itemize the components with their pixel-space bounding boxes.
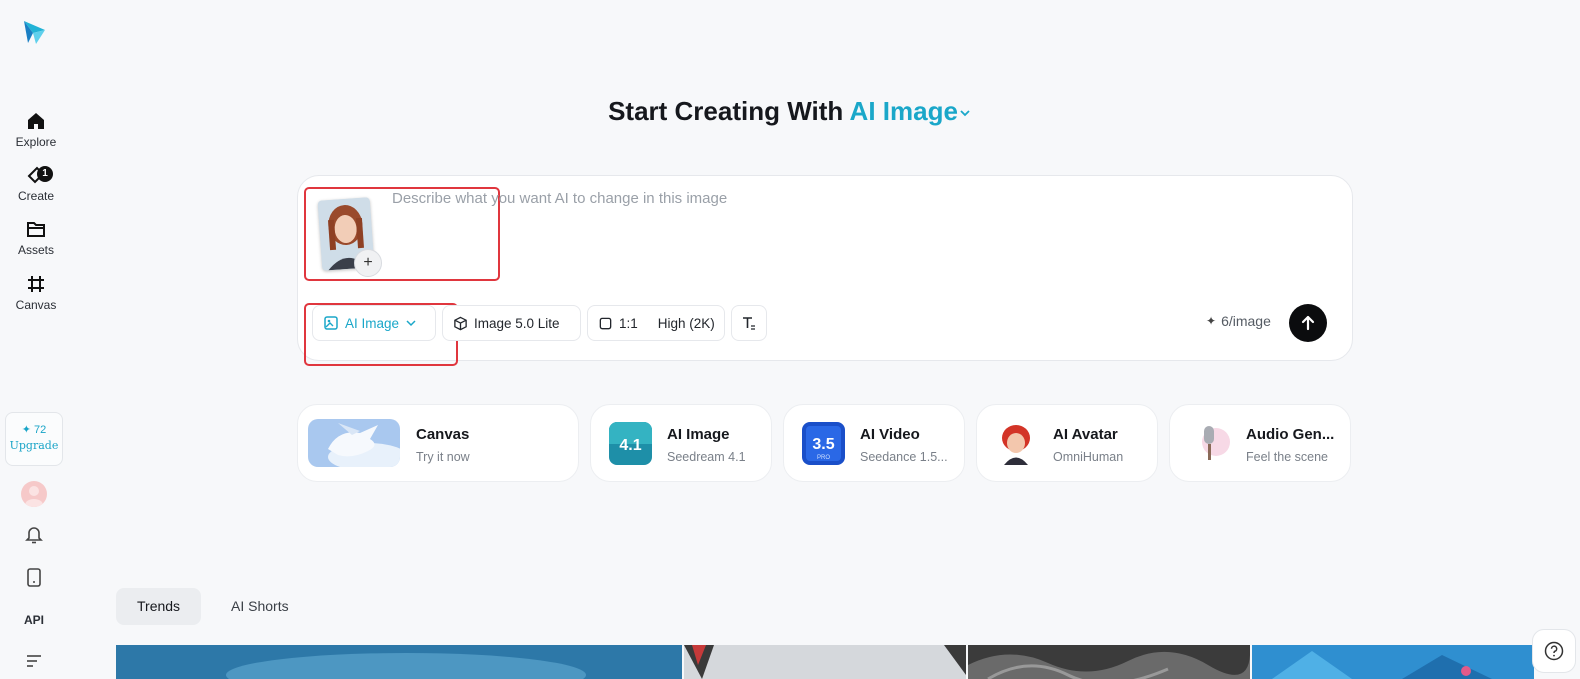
app-logo-icon[interactable] (20, 18, 48, 46)
add-image-button[interactable]: + (354, 249, 382, 277)
sidebar-item-label: Assets (17, 243, 54, 257)
prompt-card: + AI Image Image 5.0 Lite 1:1 High (2K) (297, 175, 1353, 366)
feature-card-ai-image[interactable]: 4.1 AI Image Seedream 4.1 (590, 404, 772, 482)
send-button[interactable] (1289, 304, 1327, 342)
gallery-item[interactable] (684, 645, 966, 679)
cube-icon (454, 316, 467, 330)
model-selector-button[interactable]: Image 5.0 Lite (442, 305, 581, 341)
avatar-icon (25, 486, 43, 507)
sidebar-item-label: Canvas (15, 298, 57, 312)
canvas-icon (28, 276, 44, 292)
mode-selector-label: AI Image (345, 315, 400, 331)
ai-image-feature-icon: 4.1 (609, 422, 652, 465)
credits-count: ✦ 72 (21, 424, 47, 436)
ratio-quality-button[interactable]: 1:1 High (2K) (587, 305, 725, 341)
api-link[interactable]: API (0, 613, 68, 627)
sparkle-icon: ✦ (1206, 314, 1217, 328)
feature-subtitle: Seedream 4.1 (667, 450, 746, 464)
ai-avatar-feature-icon (995, 422, 1038, 465)
arrow-up-icon (1301, 315, 1315, 331)
page-title-prefix: Start Creating With (608, 96, 850, 126)
ai-video-version-badge: 3.5 (812, 436, 834, 453)
feature-title: AI Video (860, 426, 920, 443)
feature-title: AI Avatar (1053, 426, 1118, 443)
user-avatar[interactable] (21, 481, 47, 507)
sidebar-item-label: Create (17, 189, 55, 203)
create-icon-wrap: 1 (25, 164, 53, 186)
sidebar-item-label: Explore (15, 135, 57, 149)
sidebar-item-assets[interactable]: Assets (0, 218, 72, 257)
upgrade-label: Upgrade (9, 439, 59, 452)
text-style-button[interactable] (731, 305, 767, 341)
ai-video-feature-icon: 3.5 PRO (802, 422, 845, 465)
feature-subtitle: Try it now (416, 450, 470, 464)
feature-title: Canvas (416, 426, 470, 443)
gallery-item[interactable] (1252, 645, 1534, 679)
ai-image-version-badge: 4.1 (619, 437, 641, 454)
image-icon (324, 316, 338, 330)
prompt-input[interactable] (392, 190, 1292, 250)
microphone-icon (1188, 422, 1231, 465)
folder-icon (27, 222, 45, 237)
ratio-label: 1:1 (619, 315, 638, 331)
sidebar-item-create[interactable]: 1 Create (0, 164, 72, 203)
mode-switch-link[interactable]: AI Image (850, 96, 958, 126)
mode-selector-button[interactable]: AI Image (312, 305, 436, 341)
sidebar-item-canvas[interactable]: Canvas (0, 273, 72, 312)
mobile-app-icon[interactable] (23, 566, 45, 588)
text-style-icon (743, 317, 755, 330)
chevron-down-icon (406, 320, 416, 327)
feature-card-ai-avatar[interactable]: AI Avatar OmniHuman (976, 404, 1158, 482)
menu-icon[interactable] (23, 650, 45, 672)
aspect-ratio-icon (599, 317, 612, 329)
chevron-down-icon[interactable] (958, 106, 972, 120)
upgrade-button[interactable]: ✦ 72 Upgrade (5, 412, 63, 466)
feature-subtitle: OmniHuman (1053, 450, 1124, 464)
help-icon (1544, 641, 1564, 661)
canvas-thumbnail (308, 419, 400, 467)
feature-card-audio[interactable]: Audio Gen... Feel the scene (1169, 404, 1351, 482)
help-button[interactable] (1532, 629, 1576, 673)
cost-indicator: ✦ 6/image (1206, 313, 1271, 329)
page-title: Start Creating With AI Image (0, 96, 1580, 127)
tab-trends[interactable]: Trends (116, 588, 202, 625)
cost-label: 6/image (1221, 313, 1271, 329)
tab-ai-shorts[interactable]: AI Shorts (210, 588, 310, 625)
gallery-item[interactable] (968, 645, 1250, 679)
ai-video-pro-badge: PRO (817, 455, 830, 461)
feature-subtitle: Seedance 1.5... (860, 450, 948, 464)
feature-title: AI Image (667, 426, 730, 443)
quality-label: High (2K) (657, 315, 715, 331)
bell-icon[interactable] (23, 523, 45, 545)
feature-subtitle: Feel the scene (1246, 450, 1328, 464)
gallery-item[interactable] (116, 645, 682, 679)
feature-card-canvas[interactable]: Canvas Try it now (297, 404, 579, 482)
create-badge: 1 (37, 166, 53, 182)
model-selector-label: Image 5.0 Lite (474, 315, 560, 331)
feature-title: Audio Gen... (1246, 426, 1335, 443)
feature-card-ai-video[interactable]: 3.5 PRO AI Video Seedance 1.5... (783, 404, 965, 482)
